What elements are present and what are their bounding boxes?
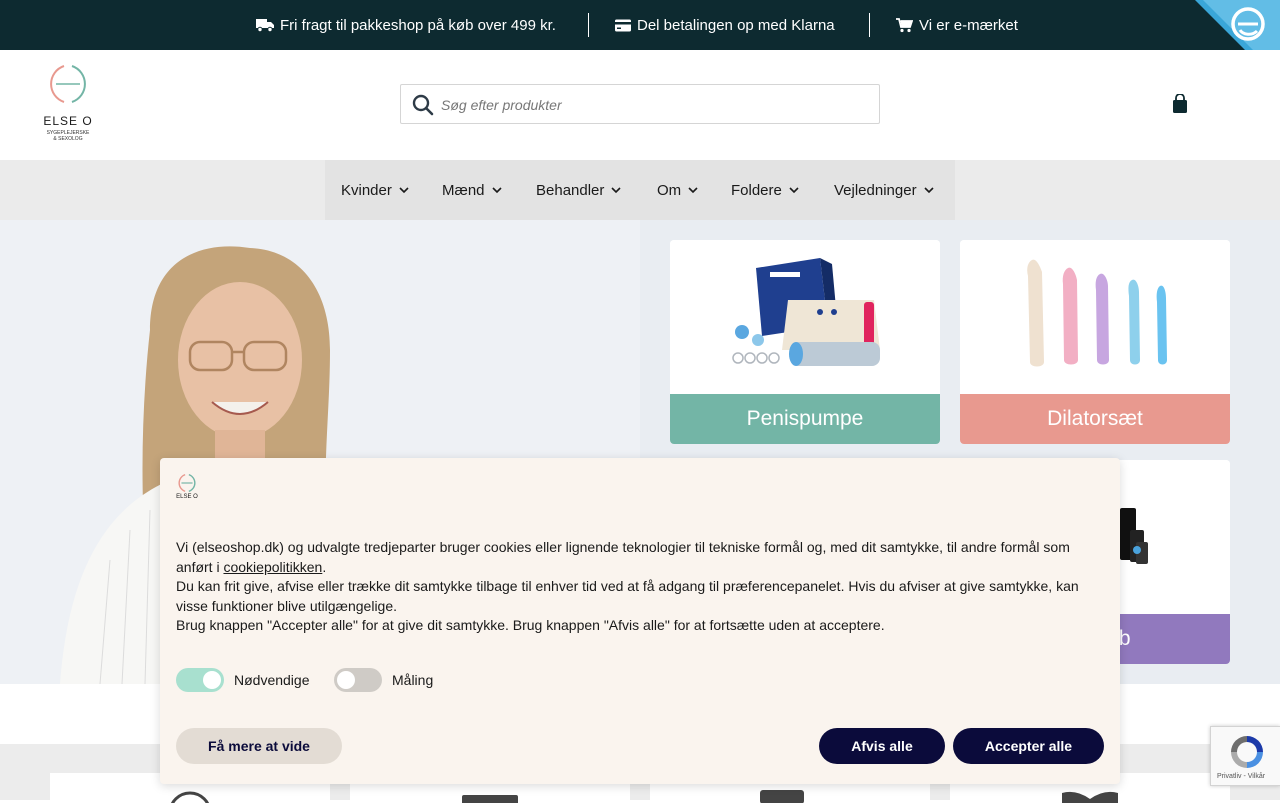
logo-circles-icon <box>178 473 196 493</box>
logo-subtitle-line2: & SEXOLOG <box>53 136 83 142</box>
nav-item-label: Om <box>657 181 682 199</box>
cookie-paragraph-1-end: . <box>322 558 327 575</box>
toggle-knob <box>337 671 355 689</box>
nav-item-maend[interactable]: Mænd <box>442 160 502 220</box>
chevron-down-icon <box>611 186 621 193</box>
cookie-paragraph-3: Brug knappen "Accepter alle" for at give… <box>176 617 885 634</box>
nav-item-label: Kvinder <box>341 181 392 199</box>
truck-icon <box>256 19 274 32</box>
accept-all-button[interactable]: Accepter alle <box>953 728 1104 764</box>
recaptcha-links[interactable]: Privatliv - Vilkår <box>1217 773 1265 780</box>
divider <box>588 13 589 37</box>
nav-item-label: Foldere <box>731 181 782 199</box>
chevron-down-icon <box>399 186 409 193</box>
necessary-cookies-label: Nødvendige <box>234 672 310 688</box>
nav-item-vejledninger[interactable]: Vejledninger <box>834 160 934 220</box>
logo-circles-icon <box>50 65 86 103</box>
search-input[interactable] <box>441 93 861 117</box>
cookie-logo-name: ELSE O <box>176 494 198 500</box>
chevron-down-icon <box>491 186 502 193</box>
top-announcement-bar: Fri fragt til pakkeshop på køb over 499 … <box>0 0 1280 50</box>
chevron-down-icon <box>688 186 698 193</box>
site-header: ELSE O SYGEPLEJERSKE & SEXOLOG <box>0 50 1280 160</box>
toggle-knob <box>203 671 221 689</box>
credit-card-icon <box>615 19 631 31</box>
chevron-down-icon <box>789 186 799 193</box>
recaptcha-icon <box>1231 736 1263 768</box>
nav-item-label: Mænd <box>442 181 485 199</box>
divider <box>869 13 870 37</box>
e-maerket-notice: Vi er e-mærket <box>896 0 1018 50</box>
measurement-cookies-label: Måling <box>392 672 434 688</box>
nav-item-label: Behandler <box>536 181 605 199</box>
nav-item-om[interactable]: Om <box>657 160 698 220</box>
nav-item-foldere[interactable]: Foldere <box>731 160 799 220</box>
chevron-down-icon <box>924 186 934 193</box>
necessary-cookies-toggle[interactable] <box>176 668 224 692</box>
cookie-paragraph-1: Vi (elseoshop.dk) og udvalgte tredjepart… <box>176 538 1106 577</box>
shopping-bag-icon[interactable] <box>1171 94 1189 114</box>
nav-item-behandler[interactable]: Behandler <box>536 160 621 220</box>
penispumpe-product-image <box>670 240 940 394</box>
nav-item-label: Vejledninger <box>834 181 917 199</box>
cookie-paragraph-2: Du kan frit give, afvise eller trække di… <box>176 578 1079 614</box>
cookie-consent-text: Vi (elseoshop.dk) og udvalgte tredjepart… <box>176 538 1106 636</box>
klarna-notice: Del betalingen op med Klarna <box>615 0 835 50</box>
search-icon[interactable] <box>412 94 434 116</box>
main-navigation: Kvinder Mænd Behandler Om Foldere Vejled… <box>325 160 955 220</box>
cookie-policy-link[interactable]: cookiepolitikken <box>223 559 322 575</box>
measurement-cookies-toggle[interactable] <box>334 668 382 692</box>
category-card-label: Penispumpe <box>670 394 940 444</box>
klarna-text: Del betalingen op med Klarna <box>637 16 835 34</box>
nav-item-kvinder[interactable]: Kvinder <box>341 160 409 220</box>
free-shipping-text: Fri fragt til pakkeshop på køb over 499 … <box>280 16 556 34</box>
learn-more-button[interactable]: Få mere at vide <box>176 728 342 764</box>
category-card-penispumpe[interactable]: Penispumpe <box>670 240 940 444</box>
logo-subtitle: SYGEPLEJERSKE & SEXOLOG <box>38 130 98 142</box>
free-shipping-notice: Fri fragt til pakkeshop på køb over 499 … <box>256 0 556 50</box>
dilatorsaet-product-image <box>960 240 1230 394</box>
logo-name: ELSE O <box>43 114 93 128</box>
recaptcha-badge[interactable]: Privatliv - Vilkår <box>1210 726 1280 786</box>
product-search-box[interactable] <box>400 84 880 124</box>
site-logo[interactable]: ELSE O SYGEPLEJERSKE & SEXOLOG <box>38 64 98 148</box>
cookie-consent-banner: ELSE O Vi (elseoshop.dk) og udvalgte tre… <box>160 458 1120 784</box>
e-maerket-text: Vi er e-mærket <box>919 16 1018 34</box>
cart-icon <box>896 17 913 32</box>
reject-all-button[interactable]: Afvis alle <box>819 728 945 764</box>
category-card-dilatorsaet[interactable]: Dilatorsæt <box>960 240 1230 444</box>
category-card-label: Dilatorsæt <box>960 394 1230 444</box>
cookie-banner-logo: ELSE O <box>174 472 200 508</box>
